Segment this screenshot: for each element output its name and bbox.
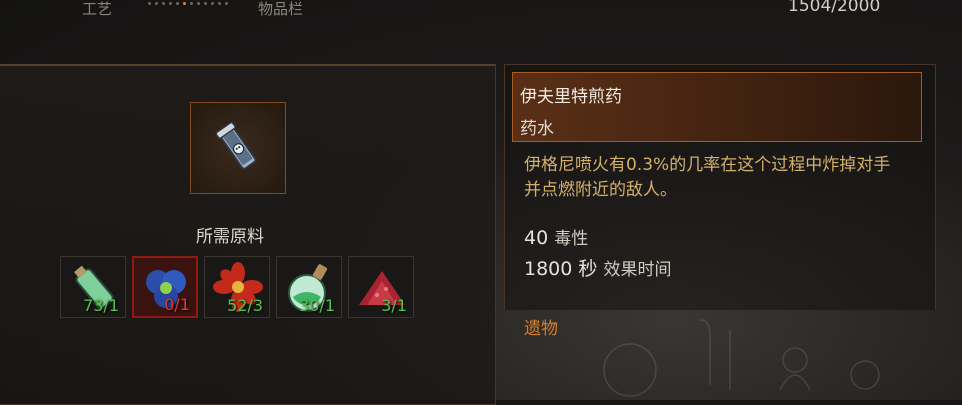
ingredient-slot-missing[interactable]: 0/1 xyxy=(132,256,198,318)
page-dot xyxy=(211,2,214,5)
page-dot xyxy=(162,2,165,5)
required-ingredients-label: 所需原料 xyxy=(196,227,264,247)
tab-pagination-dots xyxy=(148,2,228,5)
stat-toxicity: 40 毒性 xyxy=(524,224,588,249)
stat-label: 效果时间 xyxy=(603,260,672,280)
rarity-label: 遗物 xyxy=(524,319,558,339)
crafted-item-slot[interactable] xyxy=(190,102,286,194)
ingredient-slot[interactable]: 30/1 xyxy=(276,256,342,318)
item-type: 药水 xyxy=(520,119,554,139)
ingredient-slot[interactable]: 73/1 xyxy=(60,256,126,318)
ingredient-slot[interactable]: 52/3 xyxy=(204,256,270,318)
page-dot xyxy=(197,2,200,5)
page-dot xyxy=(148,2,151,5)
ingredient-count: 0/1 xyxy=(164,295,190,314)
page-dot-active xyxy=(183,2,186,5)
page-dot xyxy=(225,2,228,5)
stat-value: 1800 秒 xyxy=(524,258,598,280)
page-dot xyxy=(176,2,179,5)
page-dot xyxy=(169,2,172,5)
page-dot xyxy=(190,2,193,5)
page-dot xyxy=(155,2,158,5)
item-name: 伊夫里特煎药 xyxy=(520,87,622,107)
top-bar: 工艺 物品栏 1504/2000 xyxy=(0,0,962,22)
ingredient-slot[interactable]: 3/1 xyxy=(348,256,414,318)
tab-inventory[interactable]: 物品栏 xyxy=(258,0,303,19)
tab-crafting[interactable]: 工艺 xyxy=(82,0,112,19)
ingredient-count: 52/3 xyxy=(227,296,263,315)
page-dot xyxy=(218,2,221,5)
stat-label: 毒性 xyxy=(554,229,589,249)
carry-weight: 1504/2000 xyxy=(788,0,881,16)
page-dot xyxy=(204,2,207,5)
ingredient-count: 30/1 xyxy=(299,296,335,315)
ingredient-count: 3/1 xyxy=(381,296,407,315)
stat-duration: 1800 秒 效果时间 xyxy=(524,254,671,281)
alchemy-sketch-background xyxy=(603,319,880,397)
item-description: 伊格尼喷火有0.3%的几率在这个过程中炸掉对手并点燃附近的敌人。 xyxy=(524,155,891,200)
stat-value: 40 xyxy=(524,227,549,249)
ingredient-count: 73/1 xyxy=(83,296,119,315)
potion-bottle-icon xyxy=(215,121,257,170)
